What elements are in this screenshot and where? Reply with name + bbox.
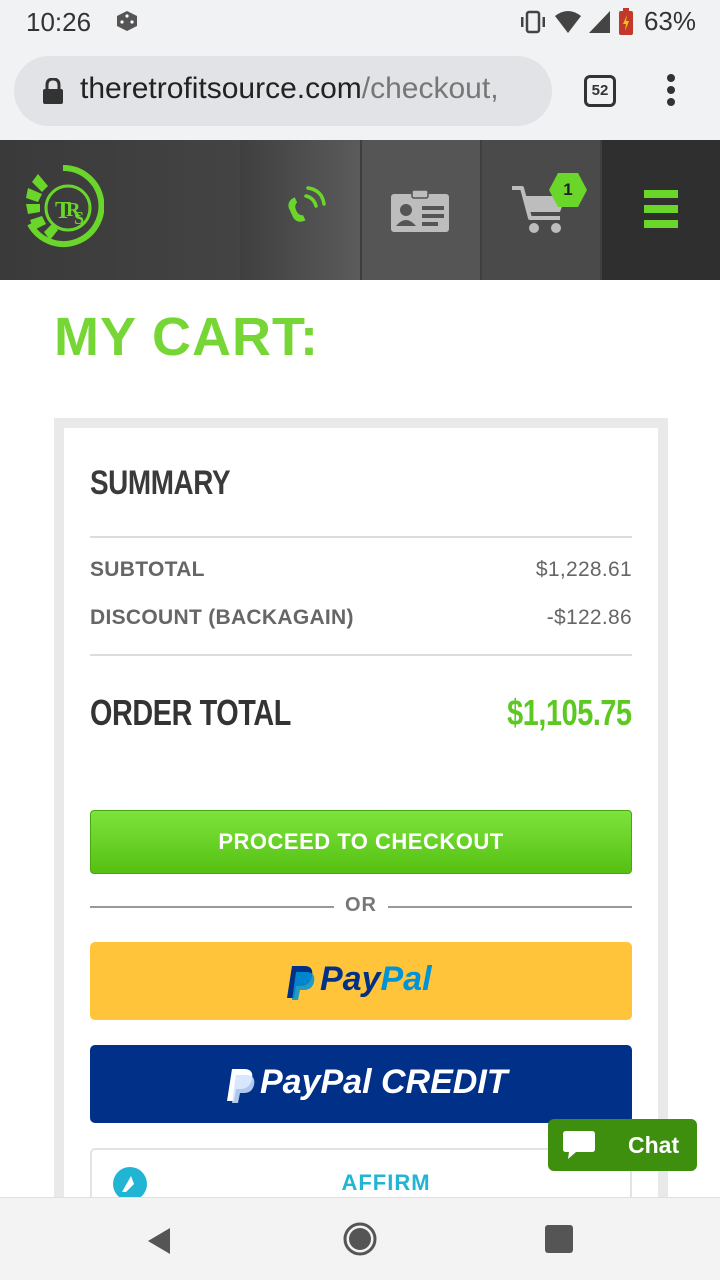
site-logo[interactable]: T R S xyxy=(22,164,104,248)
paypal-logo-icon xyxy=(287,966,315,1000)
subtotal-value: $1,228.61 xyxy=(535,558,632,581)
divider xyxy=(90,654,632,656)
browser-menu-icon[interactable] xyxy=(664,74,678,110)
browser-toolbar: theretrofitsource.com/checkout, 52 xyxy=(0,44,720,140)
phone-icon xyxy=(288,186,326,222)
chat-button[interactable]: Chat xyxy=(548,1119,697,1171)
or-divider-right xyxy=(388,906,632,908)
or-divider-left xyxy=(90,906,334,908)
paypal-logo-icon xyxy=(227,1069,255,1103)
status-time: 10:26 xyxy=(26,7,92,37)
hamburger-menu-icon xyxy=(644,190,678,230)
proceed-to-checkout-button[interactable]: PROCEED TO CHECKOUT xyxy=(90,810,632,874)
cart-summary-panel: SUMMARY SUBTOTAL $1,228.61 DISCOUNT (BAC… xyxy=(54,418,668,1218)
site-header: T R S 1 xyxy=(0,140,720,280)
discount-value: -$122.86 xyxy=(546,606,632,629)
summary-heading: SUMMARY xyxy=(90,464,231,502)
home-icon[interactable] xyxy=(343,1222,377,1256)
paypal-credit-button[interactable]: PayPal CREDIT xyxy=(90,1045,632,1123)
header-cart-button[interactable]: 1 xyxy=(482,140,600,280)
battery-percent: 63% xyxy=(643,6,696,36)
order-total-value: $1,105.75 xyxy=(507,692,632,733)
paypal-button[interactable]: PayPal xyxy=(90,942,632,1020)
paypal-pal-text: Pal xyxy=(380,960,432,998)
header-menu-button[interactable] xyxy=(602,140,720,280)
summary-card: SUMMARY SUBTOTAL $1,228.61 DISCOUNT (BAC… xyxy=(64,428,658,1218)
url-bar[interactable]: theretrofitsource.com/checkout, xyxy=(14,56,552,126)
cell-signal-icon xyxy=(588,10,610,33)
affirm-label: AFFIRM xyxy=(341,1170,431,1195)
header-phone-button[interactable] xyxy=(240,140,360,280)
page-title: MY CART: xyxy=(54,307,320,367)
paypal-pay-text: Pay xyxy=(320,960,381,998)
header-account-button[interactable] xyxy=(362,140,480,280)
url-text: theretrofitsource.com/checkout, xyxy=(80,72,499,106)
paypal-credit-wordmark: PayPal CREDIT xyxy=(260,1063,508,1101)
paypal-wordmark: PayPal xyxy=(320,960,432,999)
tab-switcher-button[interactable]: 52 xyxy=(584,75,616,107)
id-card-icon xyxy=(391,190,449,232)
system-nav-bar xyxy=(0,1197,720,1280)
status-bar: 10:26 63% xyxy=(0,0,720,44)
lock-icon xyxy=(43,78,63,104)
svg-text:S: S xyxy=(74,208,84,228)
or-divider-text: OR xyxy=(345,894,377,916)
dice-icon xyxy=(117,11,137,31)
chat-bubble-icon xyxy=(563,1131,595,1159)
back-icon[interactable] xyxy=(146,1226,172,1256)
chat-label: Chat xyxy=(628,1132,680,1158)
recent-apps-icon[interactable] xyxy=(545,1225,573,1253)
status-icons: 63% xyxy=(518,6,696,37)
divider xyxy=(90,536,632,538)
discount-label: DISCOUNT (BACKAGAIN) xyxy=(90,606,354,629)
url-path: /checkout, xyxy=(361,72,499,105)
subtotal-label: SUBTOTAL xyxy=(90,558,205,581)
url-domain: theretrofitsource.com xyxy=(80,72,362,105)
vibrate-icon xyxy=(520,10,545,33)
order-total-label: ORDER TOTAL xyxy=(90,692,291,733)
cart-count: 1 xyxy=(563,180,573,199)
battery-icon xyxy=(618,7,633,35)
wifi-icon xyxy=(554,10,581,33)
cart-count-badge: 1 xyxy=(548,172,588,208)
